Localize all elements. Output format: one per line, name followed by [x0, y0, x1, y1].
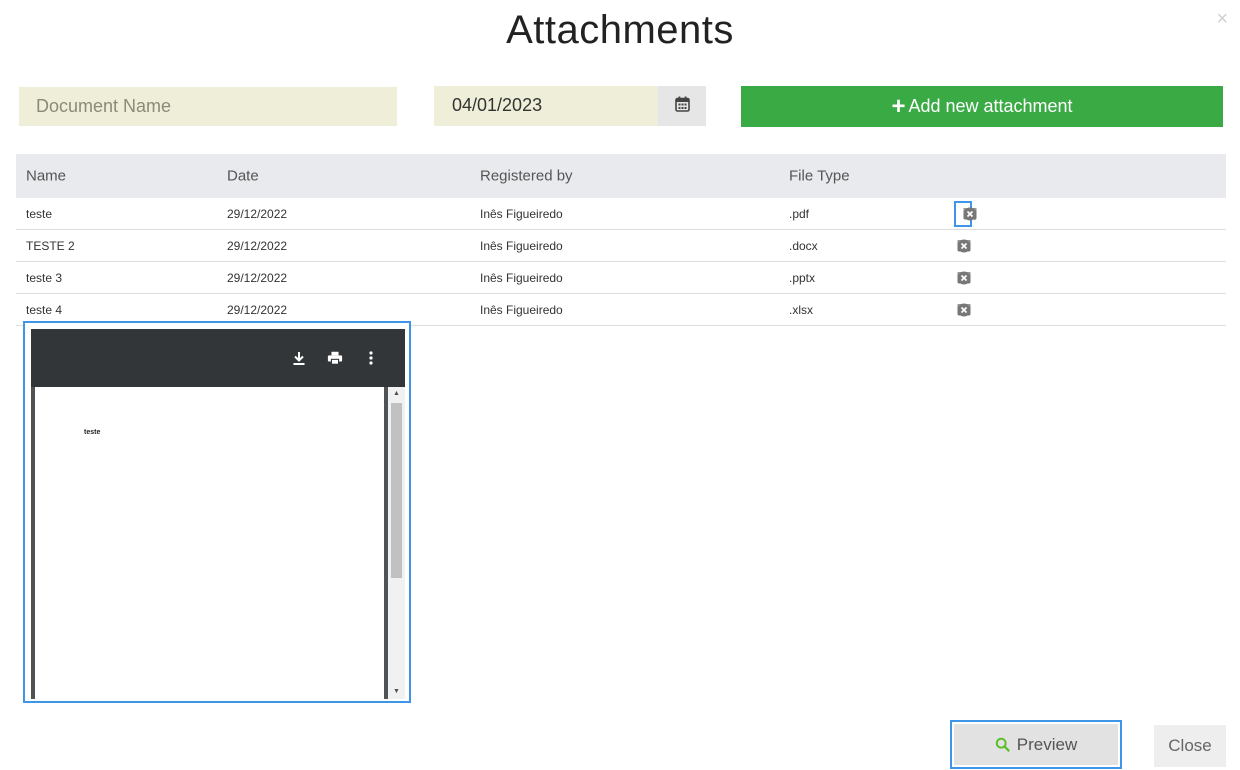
cell-registered-by: Inês Figueiredo	[480, 238, 563, 253]
close-icon[interactable]: ×	[1216, 8, 1228, 31]
cell-date: 29/12/2022	[227, 270, 288, 285]
close-button[interactable]: Close	[1154, 725, 1226, 767]
preview-button-inner[interactable]: Preview	[954, 724, 1118, 765]
delete-icon[interactable]	[956, 238, 972, 254]
preview-button[interactable]: Preview	[950, 720, 1122, 769]
viewer-scrollbar[interactable]: ▲ ▼	[388, 387, 405, 699]
table-header: Name Date Registered by File Type	[16, 154, 1226, 198]
cell-date: 29/12/2022	[227, 302, 288, 317]
dialog-title: Attachments	[506, 8, 734, 52]
cell-name: teste 3	[26, 270, 63, 285]
cell-file-type: .pptx	[789, 270, 816, 285]
cell-registered-by: Inês Figueiredo	[480, 302, 563, 317]
attachments-table: Name Date Registered by File Type teste …	[16, 154, 1226, 326]
calendar-icon	[674, 96, 690, 117]
document-page: teste	[35, 387, 384, 699]
page-text: teste	[84, 429, 101, 436]
document-name-input[interactable]	[19, 87, 397, 126]
cell-name: teste 4	[26, 302, 63, 317]
viewer-toolbar	[31, 329, 405, 387]
cell-date: 29/12/2022	[227, 238, 288, 253]
delete-icon[interactable]	[956, 270, 972, 286]
calendar-button[interactable]	[658, 86, 706, 126]
column-header-registered-by: Registered by	[480, 167, 573, 185]
cell-file-type: .docx	[789, 238, 818, 253]
plus-icon: +	[891, 92, 906, 120]
scroll-down-arrow-icon[interactable]: ▼	[388, 685, 405, 699]
column-header-file-type: File Type	[789, 167, 850, 185]
table-row: teste 29/12/2022 Inês Figueiredo .pdf	[16, 198, 1226, 230]
cell-file-type: .xlsx	[789, 302, 813, 317]
scroll-up-arrow-icon[interactable]: ▲	[388, 387, 405, 401]
more-vert-icon[interactable]	[363, 350, 379, 366]
search-icon	[995, 737, 1011, 753]
column-header-name: Name	[26, 167, 67, 185]
scrollbar-thumb[interactable]	[391, 403, 402, 578]
delete-icon[interactable]	[962, 206, 978, 222]
preview-label: Preview	[1016, 734, 1078, 754]
add-attachment-button[interactable]: + Add new attachment	[741, 86, 1223, 127]
add-attachment-label: Add new attachment	[908, 96, 1073, 116]
table-row: TESTE 2 29/12/2022 Inês Figueiredo .docx	[16, 230, 1226, 262]
download-icon[interactable]	[291, 350, 307, 366]
date-input[interactable]: 04/01/2023	[434, 86, 658, 126]
delete-icon[interactable]	[956, 302, 972, 318]
viewer-body: teste ▲ ▼	[31, 387, 405, 699]
cell-registered-by: Inês Figueiredo	[480, 206, 563, 221]
cell-name: TESTE 2	[26, 238, 75, 253]
row-actions	[954, 200, 977, 227]
cell-name: teste	[26, 206, 53, 221]
cell-file-type: .pdf	[789, 206, 810, 221]
pdf-preview-viewer: teste ▲ ▼	[23, 321, 411, 703]
print-icon[interactable]	[327, 350, 343, 366]
column-header-date: Date	[227, 167, 259, 185]
table-row: teste 3 29/12/2022 Inês Figueiredo .pptx	[16, 262, 1226, 294]
cell-registered-by: Inês Figueiredo	[480, 270, 563, 285]
cell-date: 29/12/2022	[227, 206, 288, 221]
